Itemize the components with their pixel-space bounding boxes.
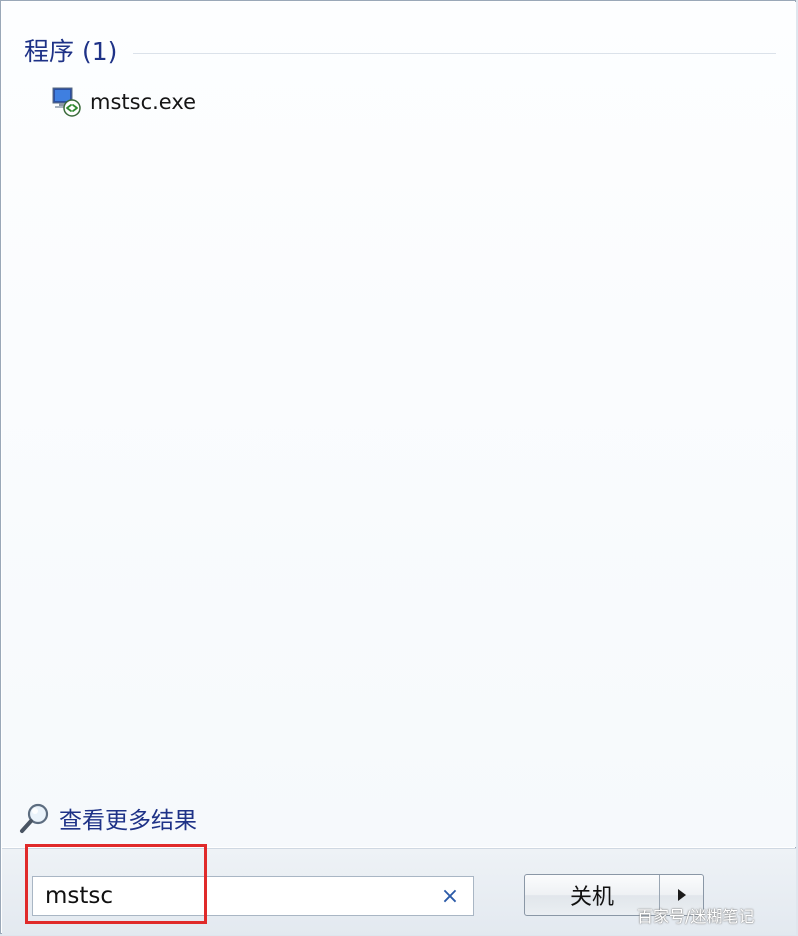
programs-section-header: 程序 (1) (24, 32, 776, 68)
section-title: 程序 (1) (24, 37, 118, 66)
magnifier-icon (19, 801, 51, 835)
start-menu: 程序 (1) mstsc.exe 查看更多结果 mstsc × 关机 百家号/迷… (0, 0, 796, 935)
program-label: mstsc.exe (90, 90, 197, 114)
clear-search-icon[interactable]: × (433, 879, 467, 913)
program-result-mstsc[interactable]: mstsc.exe (44, 84, 202, 120)
search-results-pane: 程序 (1) mstsc.exe (2, 2, 796, 847)
section-divider (133, 52, 776, 54)
see-more-label: 查看更多结果 (59, 808, 197, 834)
remote-desktop-icon (50, 86, 82, 118)
see-more-results-link[interactable]: 查看更多结果 (19, 801, 197, 835)
search-input[interactable] (33, 876, 433, 916)
triangle-right-icon (677, 889, 686, 901)
search-box: × (32, 876, 474, 916)
watermark: 百家号/迷糊笔记 (637, 907, 755, 926)
